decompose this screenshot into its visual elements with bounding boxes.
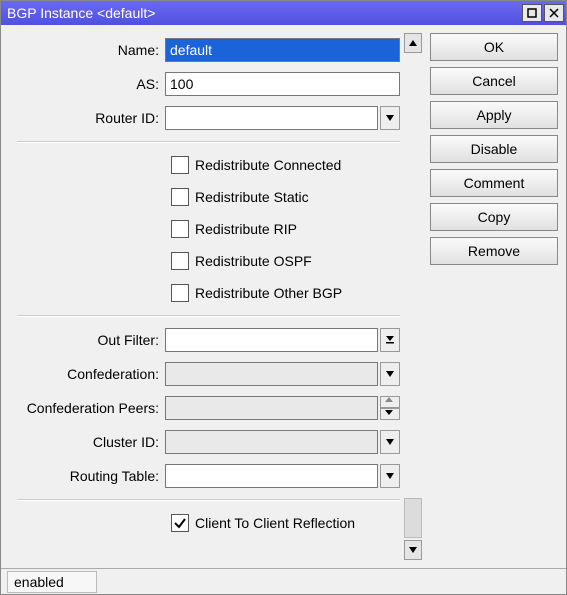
confederation-expand-button[interactable]: [380, 362, 400, 386]
chevron-down-icon: [385, 437, 395, 447]
confederation-peers-dropdown[interactable]: [165, 396, 378, 420]
scroll-thumb[interactable]: [404, 498, 422, 538]
redistribute-connected-checkbox[interactable]: [171, 156, 189, 174]
router-id-label: Router ID:: [9, 110, 165, 126]
checkmark-icon: [173, 516, 187, 530]
client-reflection-label: Client To Client Reflection: [195, 515, 355, 531]
chevron-up-icon: [408, 38, 418, 48]
form-area: Name: AS: Router ID:: [9, 33, 424, 560]
redistribute-other-bgp-label: Redistribute Other BGP: [195, 285, 342, 301]
fields-column: Name: AS: Router ID:: [9, 33, 404, 560]
close-icon: [549, 8, 559, 18]
scroll-down-button[interactable]: [404, 540, 422, 560]
remove-button[interactable]: Remove: [430, 237, 558, 265]
confederation-dropdown[interactable]: [165, 362, 378, 386]
titlebar: BGP Instance <default>: [1, 1, 566, 25]
divider: [17, 315, 400, 317]
cluster-id-label: Cluster ID:: [9, 434, 165, 450]
chevron-down-icon: [408, 545, 418, 555]
disable-button[interactable]: Disable: [430, 135, 558, 163]
form-body: Name: AS: Router ID:: [9, 33, 424, 560]
confed-peers-up-button[interactable]: [380, 396, 400, 408]
arrow-down-bar-icon: [385, 335, 395, 345]
redistribute-static-checkbox[interactable]: [171, 188, 189, 206]
copy-button[interactable]: Copy: [430, 203, 558, 231]
router-id-dropdown[interactable]: [165, 106, 378, 130]
divider: [17, 499, 400, 501]
apply-button[interactable]: Apply: [430, 101, 558, 129]
redistribute-ospf-checkbox[interactable]: [171, 252, 189, 270]
statusbar: enabled: [1, 568, 566, 594]
cluster-id-dropdown[interactable]: [165, 430, 378, 454]
window-title: BGP Instance <default>: [7, 5, 522, 21]
chevron-down-icon: [385, 113, 395, 123]
as-input[interactable]: [165, 72, 400, 96]
scroll-up-button[interactable]: [404, 33, 422, 53]
maximize-icon: [527, 8, 537, 18]
name-input[interactable]: [165, 38, 400, 62]
divider: [17, 141, 400, 143]
confed-peers-down-button[interactable]: [380, 408, 400, 420]
out-filter-expand-button[interactable]: [380, 328, 400, 352]
confederation-peers-label: Confederation Peers:: [9, 400, 165, 416]
button-column: OK Cancel Apply Disable Comment Copy Rem…: [430, 33, 558, 560]
routing-table-expand-button[interactable]: [380, 464, 400, 488]
redistribute-static-label: Redistribute Static: [195, 189, 309, 205]
client-reflection-checkbox[interactable]: [171, 514, 189, 532]
confederation-label: Confederation:: [9, 366, 165, 382]
as-label: AS:: [9, 76, 165, 92]
cancel-button[interactable]: Cancel: [430, 67, 558, 95]
maximize-button[interactable]: [522, 4, 542, 22]
scroll-column: [404, 33, 424, 560]
chevron-down-icon: [385, 369, 395, 379]
out-filter-label: Out Filter:: [9, 332, 165, 348]
chevron-down-icon: [385, 471, 395, 481]
router-id-expand-button[interactable]: [380, 106, 400, 130]
chevron-down-icon: [385, 409, 395, 419]
out-filter-dropdown[interactable]: [165, 328, 378, 352]
name-label: Name:: [9, 42, 165, 58]
chevron-up-icon: [385, 397, 395, 407]
ok-button[interactable]: OK: [430, 33, 558, 61]
redistribute-rip-checkbox[interactable]: [171, 220, 189, 238]
content-area: Name: AS: Router ID:: [1, 25, 566, 568]
redistribute-other-bgp-checkbox[interactable]: [171, 284, 189, 302]
close-button[interactable]: [544, 4, 564, 22]
comment-button[interactable]: Comment: [430, 169, 558, 197]
routing-table-label: Routing Table:: [9, 468, 165, 484]
status-text: enabled: [7, 571, 97, 593]
cluster-id-expand-button[interactable]: [380, 430, 400, 454]
redistribute-ospf-label: Redistribute OSPF: [195, 253, 312, 269]
bgp-instance-window: BGP Instance <default> Name: AS:: [0, 0, 567, 595]
routing-table-dropdown[interactable]: [165, 464, 378, 488]
redistribute-rip-label: Redistribute RIP: [195, 221, 297, 237]
scroll-track[interactable]: [404, 55, 422, 538]
redistribute-connected-label: Redistribute Connected: [195, 157, 341, 173]
